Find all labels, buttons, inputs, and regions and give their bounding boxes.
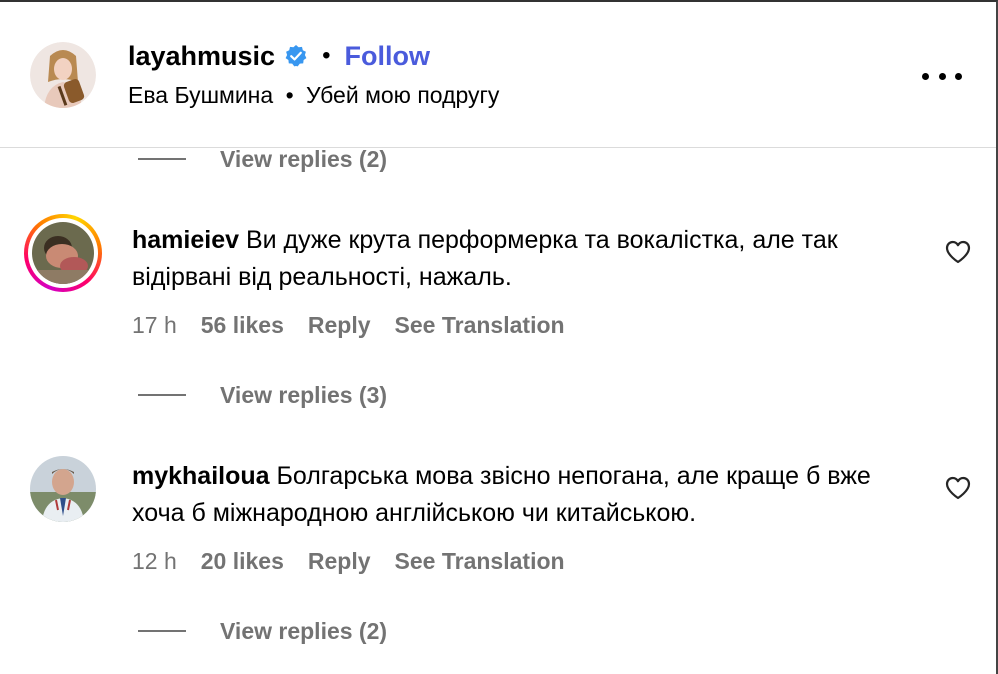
view-replies-label: View replies (3) [220, 381, 388, 408]
comment-text-block: hamieiev Ви дуже крута перформерка та во… [132, 222, 922, 296]
post-header: layahmusic • Follow Ева Бушмина • Убей м… [0, 2, 996, 148]
view-replies-label: View replies (2) [220, 617, 388, 644]
comments-panel: layahmusic • Follow Ева Бушмина • Убей м… [0, 0, 998, 674]
replies-divider-line [138, 394, 186, 396]
audio-attribution[interactable]: Ева Бушмина • Убей мою подругу [128, 82, 499, 109]
verified-badge-icon [284, 44, 308, 68]
reply-button[interactable]: Reply [308, 312, 371, 339]
commenter-avatar[interactable] [24, 214, 102, 292]
view-replies-button[interactable]: View replies (2) [138, 616, 387, 646]
song-title: Убей мою подругу [306, 82, 500, 108]
follow-button[interactable]: Follow [344, 41, 429, 72]
comment-meta-row: 12 h 20 likes Reply See Translation [132, 546, 589, 576]
header-title-row: layahmusic • Follow [128, 36, 430, 76]
view-replies-button[interactable]: View replies (2) [138, 144, 387, 174]
author-avatar[interactable] [30, 42, 96, 108]
commenter-username[interactable]: hamieiev [132, 226, 239, 254]
view-replies-button[interactable]: View replies (3) [138, 380, 387, 410]
reply-button[interactable]: Reply [308, 548, 371, 575]
comment-meta-row: 17 h 56 likes Reply See Translation [132, 310, 589, 340]
replies-divider-line [138, 158, 186, 160]
likes-count[interactable]: 56 likes [201, 312, 284, 339]
artist-name: Ева Бушмина [128, 82, 274, 108]
commenter-username[interactable]: mykhailoua [132, 462, 270, 490]
like-heart-icon[interactable] [945, 240, 971, 264]
comment-time: 12 h [132, 547, 177, 574]
author-username[interactable]: layahmusic [128, 41, 275, 72]
comment-text-block: mykhailoua Болгарська мова звісно непога… [132, 458, 922, 532]
more-options-icon[interactable] [922, 64, 962, 88]
like-heart-icon[interactable] [945, 476, 971, 500]
header-separator: • [322, 42, 331, 69]
see-translation-button[interactable]: See Translation [395, 548, 565, 575]
replies-divider-line [138, 630, 186, 632]
commenter-avatar[interactable] [30, 456, 96, 522]
see-translation-button[interactable]: See Translation [395, 312, 565, 339]
comment-time: 17 h [132, 311, 177, 338]
likes-count[interactable]: 20 likes [201, 548, 284, 575]
subtitle-separator: • [285, 82, 294, 108]
view-replies-label: View replies (2) [220, 145, 388, 172]
